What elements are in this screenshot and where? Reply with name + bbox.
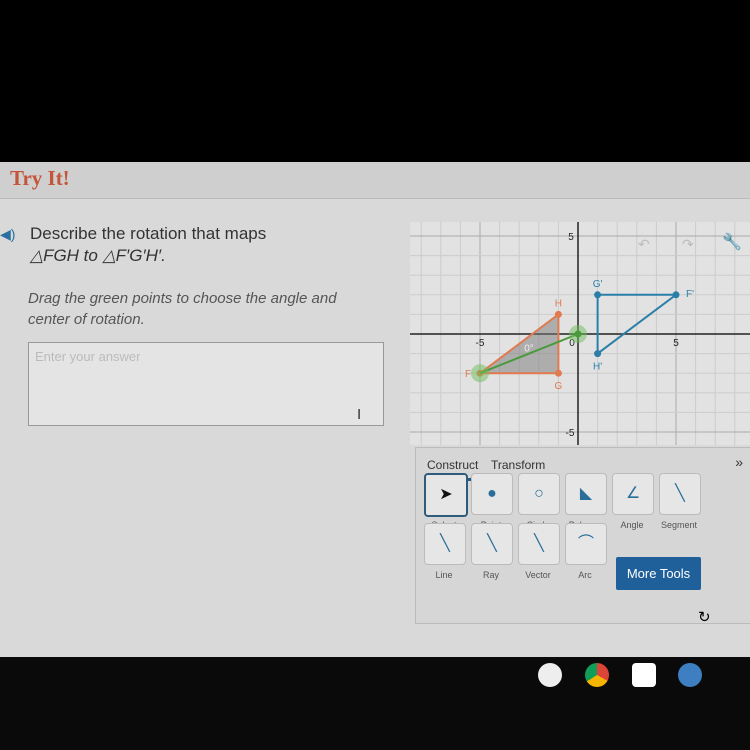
tool-polygon[interactable]: ◣ (565, 473, 607, 515)
segment-icon: ╲ (675, 485, 685, 502)
tool-panel: Construct Transform » ➤Select●Point○Circ… (415, 447, 750, 626)
tool-line[interactable]: ╲ (424, 523, 466, 565)
header: Try It! (0, 162, 750, 199)
line-icon: ╲ (440, 535, 450, 552)
vertex-H' (594, 350, 602, 358)
ray-icon: ╲ (487, 535, 497, 552)
vertex-label: G' (593, 279, 603, 290)
select-icon: ➤ (439, 486, 453, 503)
vertex-label: H (555, 298, 562, 309)
speaker-icon[interactable]: ◀) (0, 226, 15, 243)
tool-segment[interactable]: ╲ (659, 473, 701, 515)
y-tick-label: -5 (566, 428, 575, 439)
collapse-icon[interactable]: » (735, 454, 743, 470)
tool-ray[interactable]: ╲ (471, 523, 513, 565)
question-line-1: Describe the rotation that maps (30, 224, 267, 243)
vertex-F' (672, 291, 680, 299)
coordinate-graph[interactable]: -5 0 5 5 -5 F G H F' G' H' 0° ↶ ↷ 🔧 (401, 215, 750, 453)
circle-icon: ○ (534, 485, 544, 502)
page-title: Try It! (10, 166, 70, 190)
question-line-2: △FGH to △F′G′H′. (30, 246, 166, 265)
reset-icon[interactable]: ↻ (698, 608, 711, 626)
tool-point[interactable]: ● (471, 473, 513, 515)
angle-label: 0° (524, 344, 534, 355)
undo-icon[interactable]: ↶ (638, 236, 650, 253)
tab-transform[interactable]: Transform (491, 458, 545, 472)
chrome-icon[interactable] (585, 663, 609, 687)
vertex-G (554, 369, 562, 377)
tab-construct[interactable]: Construct (427, 458, 478, 472)
app-icon[interactable] (538, 663, 562, 687)
tool-select[interactable]: ➤ (424, 473, 468, 517)
vertex-H (554, 310, 562, 318)
tool-arc[interactable]: ⌒ (565, 523, 607, 565)
tool-angle[interactable]: ∠ (612, 473, 654, 515)
point-icon: ● (487, 485, 497, 502)
x-tick-label: 5 (673, 338, 679, 349)
redo-icon[interactable]: ↷ (682, 236, 694, 253)
vertex-label: F' (686, 289, 694, 300)
instructions: Drag the green points to choose the angl… (28, 290, 337, 328)
app-icon-2[interactable] (678, 663, 702, 687)
angle-handle[interactable] (471, 364, 489, 383)
tool-vector[interactable]: ╲ (518, 523, 560, 565)
rotation-center-point (574, 330, 582, 338)
answer-input[interactable]: Enter your answer (28, 342, 384, 426)
vertex-label: F (465, 369, 471, 380)
angle-icon: ∠ (625, 485, 641, 502)
wrench-icon[interactable]: 🔧 (722, 232, 742, 252)
arc-icon: ⌒ (577, 535, 594, 552)
x-tick-label: -5 (476, 338, 485, 349)
polygon-icon: ◣ (579, 485, 593, 502)
tool-label: Arc (578, 570, 592, 580)
vertex-label: H' (593, 362, 602, 373)
play-store-icon[interactable] (632, 663, 656, 687)
y-tick-label: 5 (568, 232, 574, 243)
vertex-G' (594, 291, 602, 299)
vertex-label: G (555, 381, 563, 392)
vector-icon: ╲ (534, 535, 544, 552)
tool-circle[interactable]: ○ (518, 473, 560, 515)
text-cursor-icon: I (357, 406, 362, 423)
screen: Try It! ◀) Describe the rotation that ma… (0, 162, 750, 657)
tool-label: Segment (660, 520, 698, 530)
more-tools-button[interactable]: More Tools (616, 557, 701, 590)
